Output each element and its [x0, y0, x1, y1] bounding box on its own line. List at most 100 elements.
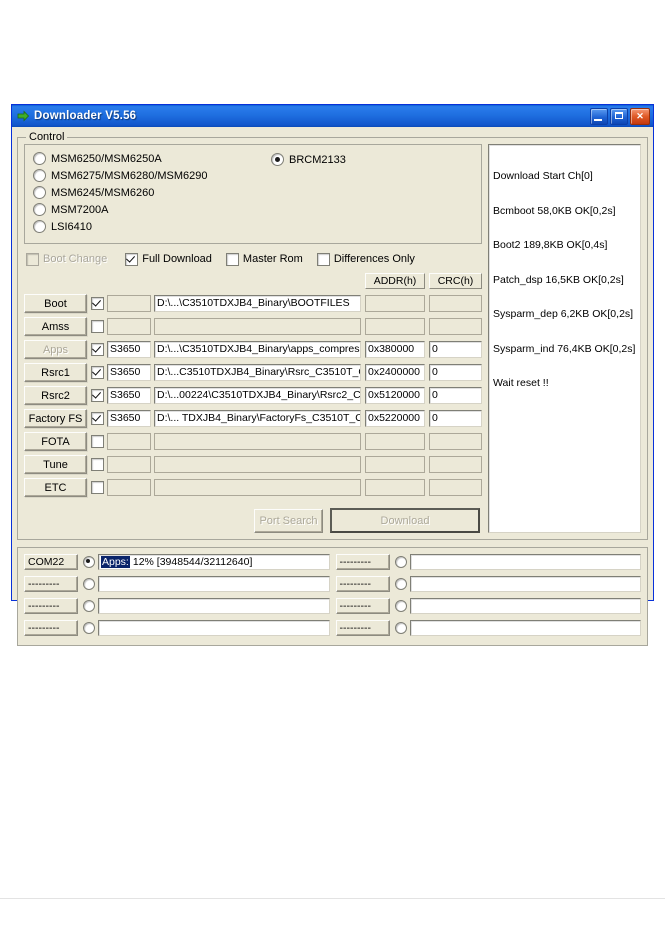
checkbox-icon[interactable] [91, 481, 104, 494]
port-select-cell[interactable] [83, 578, 98, 590]
rsrc2-path-field[interactable]: D:\...00224\C3510TDXJB4_Binary\Rsrc2_C35… [154, 387, 361, 404]
radio-icon[interactable] [33, 220, 46, 233]
fota-browse-button[interactable]: FOTA [24, 432, 87, 451]
port-name[interactable]: --------- [24, 576, 78, 592]
amss-addr-field[interactable] [365, 318, 425, 335]
apps-crc-field[interactable]: 0 [429, 341, 482, 358]
amss-path-field[interactable] [154, 318, 361, 335]
amss-version-field[interactable] [107, 318, 151, 335]
apps-path-field[interactable]: D:\...\C3510TDXJB4_Binary\apps_compresse… [154, 341, 361, 358]
port-name[interactable]: --------- [24, 620, 78, 636]
radio-icon[interactable] [33, 169, 46, 182]
checkbox-icon[interactable] [91, 435, 104, 448]
etc-addr-field[interactable] [365, 479, 425, 496]
chipset-option-lsi6410[interactable]: LSI6410 [33, 219, 261, 234]
radio-icon[interactable] [394, 556, 407, 568]
radio-icon[interactable] [33, 152, 46, 165]
rsrc2-addr-field[interactable]: 0x5120000 [365, 387, 425, 404]
rsrc1-checkbox-cell[interactable] [91, 366, 107, 379]
chipset-option-msm6245[interactable]: MSM6245/MSM6260 [33, 185, 261, 200]
checkbox-icon[interactable] [316, 252, 330, 266]
factory-fs-version-field[interactable]: S3650 [107, 410, 151, 427]
checkbox-icon[interactable] [91, 366, 104, 379]
fota-version-field[interactable] [107, 433, 151, 450]
etc-version-field[interactable] [107, 479, 151, 496]
radio-icon[interactable] [83, 578, 95, 590]
port-name[interactable]: --------- [24, 598, 78, 614]
close-button[interactable]: ✕ [630, 107, 650, 125]
factory-fs-checkbox-cell[interactable] [91, 412, 107, 425]
port-select-cell[interactable] [394, 622, 410, 634]
checkbox-icon[interactable] [125, 252, 139, 266]
port-select-cell[interactable] [83, 600, 98, 612]
checkbox-icon[interactable] [91, 458, 104, 471]
checkbox-icon[interactable] [91, 389, 104, 402]
chipset-option-brcm2133[interactable]: BRCM2133 [271, 152, 346, 167]
port-select-cell[interactable] [394, 556, 410, 568]
port-select-cell[interactable] [83, 556, 98, 568]
rsrc1-crc-field[interactable]: 0 [429, 364, 482, 381]
amss-crc-field[interactable] [429, 318, 482, 335]
radio-icon[interactable] [394, 622, 407, 634]
rsrc1-path-field[interactable]: D:\...C3510TDXJB4_Binary\Rsrc_C3510T_Ope… [154, 364, 361, 381]
radio-icon[interactable] [394, 578, 407, 590]
checkbox-icon[interactable] [225, 252, 239, 266]
apps-checkbox-cell[interactable] [91, 343, 107, 356]
etc-browse-button[interactable]: ETC [24, 478, 87, 497]
checkbox-icon[interactable] [91, 320, 104, 333]
chipset-option-msm6275[interactable]: MSM6275/MSM6280/MSM6290 [33, 168, 261, 183]
amss-browse-button[interactable]: Amss [24, 317, 87, 336]
checkbox-icon[interactable] [91, 297, 104, 310]
download-button[interactable]: Download [330, 508, 480, 533]
minimize-button[interactable] [590, 107, 608, 125]
apps-addr-field[interactable]: 0x380000 [365, 341, 425, 358]
radio-icon[interactable] [33, 203, 46, 216]
checkbox-icon[interactable] [26, 252, 39, 266]
option-master-rom[interactable]: Master Rom [225, 252, 303, 266]
factory-fs-crc-field[interactable]: 0 [429, 410, 482, 427]
radio-icon[interactable] [83, 600, 95, 612]
maximize-button[interactable] [610, 107, 628, 125]
radio-icon[interactable] [394, 600, 407, 612]
factory-fs-path-field[interactable]: D:\... TDXJB4_Binary\FactoryFs_C3510T_Op… [154, 410, 361, 427]
rsrc2-checkbox-cell[interactable] [91, 389, 107, 402]
port-search-button[interactable]: Port Search [254, 508, 323, 533]
tune-path-field[interactable] [154, 456, 361, 473]
etc-path-field[interactable] [154, 479, 361, 496]
apps-browse-button[interactable]: Apps [24, 340, 87, 359]
tune-checkbox-cell[interactable] [91, 458, 107, 471]
port-name[interactable]: --------- [335, 576, 390, 592]
tune-crc-field[interactable] [429, 456, 482, 473]
option-boot-change[interactable]: Boot Change [26, 252, 107, 266]
etc-checkbox-cell[interactable] [91, 481, 107, 494]
boot-version-field[interactable] [107, 295, 151, 312]
checkbox-icon[interactable] [91, 412, 104, 425]
chipset-option-msm6250[interactable]: MSM6250/MSM6250A [33, 151, 261, 166]
option-differences-only[interactable]: Differences Only [316, 252, 415, 266]
boot-crc-field[interactable] [429, 295, 482, 312]
port-select-cell[interactable] [83, 622, 98, 634]
rsrc1-addr-field[interactable]: 0x2400000 [365, 364, 425, 381]
rsrc1-version-field[interactable]: S3650 [107, 364, 151, 381]
boot-path-field[interactable]: D:\...\C3510TDXJB4_Binary\BOOTFILES [154, 295, 361, 312]
checkbox-icon[interactable] [91, 343, 104, 356]
fota-path-field[interactable] [154, 433, 361, 450]
port-name[interactable]: --------- [335, 620, 390, 636]
port-select-cell[interactable] [394, 600, 410, 612]
fota-addr-field[interactable] [365, 433, 425, 450]
rsrc1-browse-button[interactable]: Rsrc1 [24, 363, 87, 382]
port-name[interactable]: COM22 [24, 554, 78, 570]
tune-version-field[interactable] [107, 456, 151, 473]
log-output[interactable]: Download Start Ch[0] Bcmboot 58,0KB OK[0… [488, 144, 641, 533]
radio-icon[interactable] [33, 186, 46, 199]
port-name[interactable]: --------- [335, 554, 390, 570]
radio-icon[interactable] [83, 622, 95, 634]
rsrc2-crc-field[interactable]: 0 [429, 387, 482, 404]
chipset-option-msm7200a[interactable]: MSM7200A [33, 202, 261, 217]
option-full-download[interactable]: Full Download [125, 252, 212, 266]
fota-crc-field[interactable] [429, 433, 482, 450]
tune-addr-field[interactable] [365, 456, 425, 473]
radio-icon[interactable] [271, 153, 284, 166]
factory-fs-browse-button[interactable]: Factory FS [24, 409, 87, 428]
fota-checkbox-cell[interactable] [91, 435, 107, 448]
